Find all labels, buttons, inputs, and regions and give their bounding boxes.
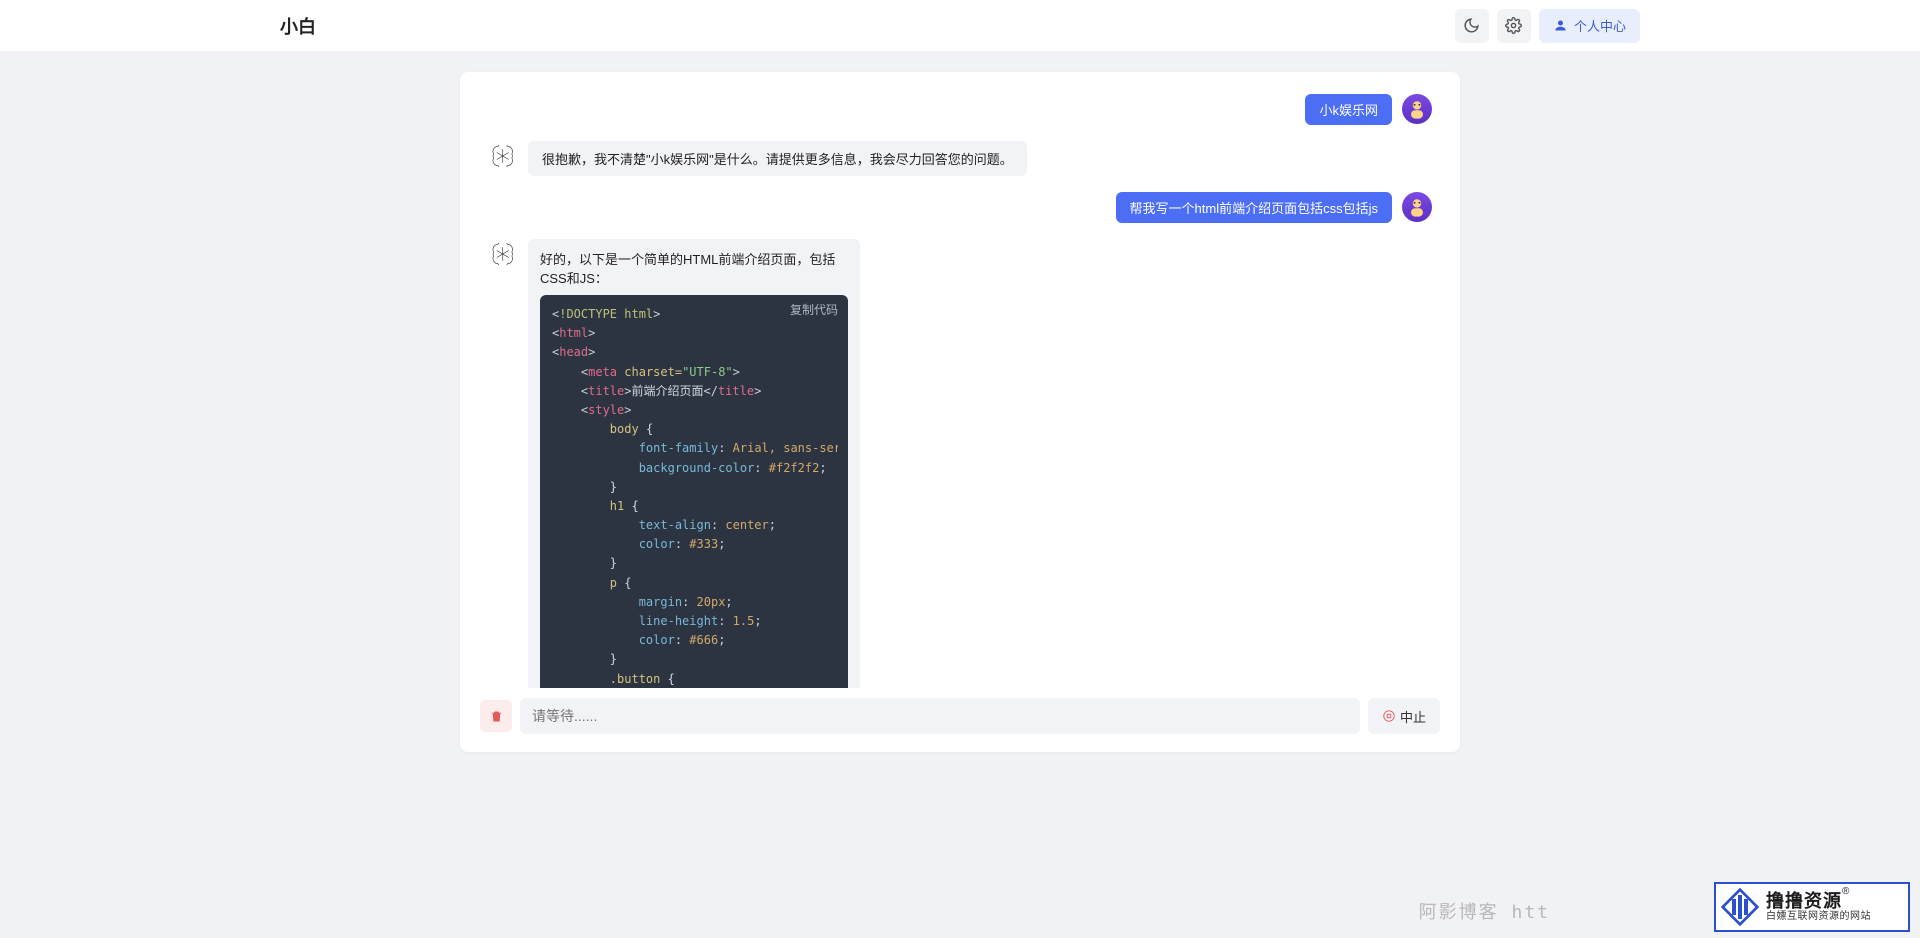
copy-code-button[interactable]: 复制代码	[790, 301, 838, 318]
trash-icon	[489, 709, 504, 724]
site-logo-banner: 撸撸资源 ® 白嫖互联网资源的网站	[1714, 882, 1910, 932]
user-avatar	[1402, 192, 1432, 222]
avatar-icon	[1405, 97, 1429, 121]
bot-message: 很抱歉，我不清楚"小k娱乐网"是什么。请提供更多信息，我会尽力回答您的问题。	[528, 141, 1027, 176]
stop-label: 中止	[1400, 707, 1426, 726]
logo-sub-text: 白嫖互联网资源的网站	[1766, 911, 1871, 922]
bot-message: 好的，以下是一个简单的HTML前端介绍页面，包括CSS和JS： 复制代码 <!D…	[528, 239, 860, 688]
settings-button[interactable]	[1497, 9, 1531, 43]
chat-input[interactable]	[520, 698, 1360, 734]
code-block: 复制代码 <!DOCTYPE html> <html> <head> <meta…	[540, 295, 848, 688]
logo-reg-mark: ®	[1842, 886, 1849, 897]
profile-label: 个人中心	[1574, 16, 1626, 35]
bot-avatar	[488, 141, 518, 171]
logo-icon	[1720, 887, 1760, 927]
avatar-icon	[1405, 195, 1429, 219]
user-avatar	[1402, 94, 1432, 124]
clear-chat-button[interactable]	[480, 700, 512, 732]
logo-main-text: 撸撸资源	[1766, 892, 1842, 912]
stop-icon	[1382, 709, 1396, 723]
code-content: <!DOCTYPE html> <html> <head> <meta char…	[552, 305, 838, 688]
openai-icon	[492, 243, 514, 265]
app-title: 小白	[280, 13, 316, 39]
user-message: 帮我写一个html前端介绍页面包括css包括js	[1116, 192, 1392, 223]
gear-icon	[1505, 17, 1522, 34]
user-icon	[1553, 18, 1568, 33]
bot-intro-text: 好的，以下是一个简单的HTML前端介绍页面，包括CSS和JS：	[540, 249, 848, 287]
theme-toggle-button[interactable]	[1455, 9, 1489, 43]
user-message: 小k娱乐网	[1305, 94, 1392, 125]
message-list: 小k娱乐网 很抱歉，我不清楚"小k娱乐网"是什么。请提供更多信息，我会尽力回答您…	[460, 72, 1460, 688]
bot-avatar	[488, 239, 518, 269]
openai-icon	[492, 145, 514, 167]
watermark-text: 阿影博客 htt	[1419, 898, 1550, 924]
chat-card: 小k娱乐网 很抱歉，我不清楚"小k娱乐网"是什么。请提供更多信息，我会尽力回答您…	[460, 72, 1460, 752]
moon-icon	[1463, 17, 1480, 34]
stop-button[interactable]: 中止	[1368, 698, 1440, 734]
profile-button[interactable]: 个人中心	[1539, 9, 1640, 43]
